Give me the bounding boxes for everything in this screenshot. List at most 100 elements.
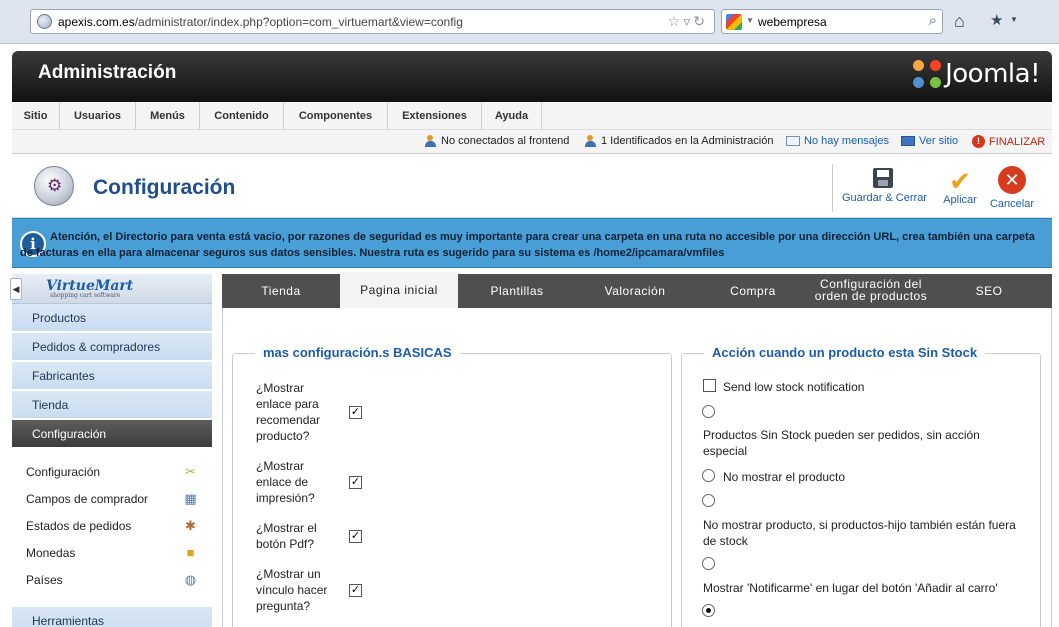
sub-item-label: Estados de pedidos [26, 519, 132, 533]
basic-settings-fieldset: mas configuración.s BASICAS ¿Mostrar enl… [232, 345, 672, 627]
sub-item-estados-pedidos[interactable]: Estados de pedidos ✱ [26, 516, 198, 536]
sidebar-item-herramientas[interactable]: Herramientas [12, 607, 212, 627]
sub-item-campos-comprador[interactable]: Campos de comprador ▦ [26, 489, 198, 509]
messages-text[interactable]: No hay mensajes [804, 135, 889, 147]
admin-status: 1 Identificados en la Administración [584, 135, 773, 147]
close-icon: ✕ [998, 166, 1026, 194]
config-tabs: Tienda Pagina inicial Plantillas Valorac… [222, 272, 1052, 308]
logout-icon: ! [972, 135, 985, 148]
stock-option-label-2: No mostrar el producto [723, 470, 846, 484]
sub-item-label: Configuración [26, 465, 101, 479]
tab-valoracion[interactable]: Valoración [576, 274, 694, 308]
tab-content: mas configuración.s BASICAS ¿Mostrar enl… [222, 308, 1052, 627]
admin-title: Administración [38, 62, 177, 83]
stock-action-fieldset: Acción cuando un producto esta Sin Stock… [681, 345, 1041, 627]
bookmarks-icon[interactable]: ★ [990, 11, 1003, 29]
sidebar-item-tienda[interactable]: Tienda [12, 391, 212, 419]
status-bar: No conectados al frontend 1 Identificado… [12, 130, 1052, 154]
users-icon [584, 135, 597, 147]
stock-option-radio-3[interactable] [702, 494, 715, 507]
cancel-button[interactable]: ✕ Cancelar [988, 166, 1036, 210]
joomla-mark-icon [913, 60, 942, 88]
frontend-status: No conectados al frontend [424, 135, 569, 147]
view-site-link[interactable]: Ver sitio [901, 135, 958, 147]
view-site-text[interactable]: Ver sitio [919, 135, 958, 147]
globe-icon: ◍ [184, 572, 197, 587]
stock-option-label-4: Mostrar 'Notificarme' en lugar del botón… [703, 581, 998, 595]
status-icon: ✱ [185, 518, 196, 533]
sub-item-monedas[interactable]: Monedas ■ [26, 543, 198, 563]
chevron-down-icon[interactable]: ▼ [746, 16, 754, 25]
stock-action-legend: Acción cuando un producto esta Sin Stock [704, 345, 986, 360]
stock-option-label-1: Productos Sin Stock pueden ser pedidos, … [703, 428, 980, 458]
configuration-icon: ⚙ [34, 166, 74, 206]
sidebar-item-pedidos[interactable]: Pedidos & compradores [12, 333, 212, 361]
sub-item-paises[interactable]: Países ◍ [26, 570, 198, 590]
search-icon[interactable]: ⌕ [929, 12, 937, 29]
option-print-checkbox[interactable]: ✓ [349, 476, 362, 489]
checkmark-icon: ✔ [949, 166, 971, 196]
save-close-label: Guardar & Cerrar [842, 192, 927, 204]
tab-pagina-inicial[interactable]: Pagina inicial [340, 272, 458, 308]
menu-item-menus[interactable]: Menús [136, 102, 200, 130]
page-title: Configuración [93, 176, 236, 199]
tab-plantillas[interactable]: Plantillas [458, 274, 576, 308]
url-host: apexis.com.es [58, 15, 135, 29]
sub-item-label: Monedas [26, 546, 76, 560]
browser-search-box[interactable]: ▼ webempresa ⌕ [721, 9, 943, 34]
menu-item-extensiones[interactable]: Extensiones [388, 102, 482, 130]
messages-link[interactable]: No hay mensajes [786, 135, 889, 147]
joomla-logo: Joomla! [913, 57, 1040, 91]
menu-item-componentes[interactable]: Componentes [284, 102, 388, 130]
coins-icon: ■ [186, 545, 195, 560]
bookmark-star-icon[interactable]: ☆▿↻ [668, 13, 708, 30]
sub-item-configuracion[interactable]: Configuración ✂ [26, 462, 198, 482]
menu-item-usuarios[interactable]: Usuarios [60, 102, 136, 130]
stock-option-radio-5[interactable] [702, 604, 715, 617]
search-engine-icon[interactable] [726, 14, 742, 30]
tab-compra[interactable]: Compra [694, 274, 812, 308]
menu-item-ayuda[interactable]: Ayuda [482, 102, 542, 130]
warning-text: Atención, el Directorio para venta está … [20, 231, 1035, 259]
sub-item-label: Campos de comprador [26, 492, 149, 506]
stock-option-label-3: No mostrar producto, si productos-hijo t… [703, 518, 1016, 548]
sidebar-item-fabricantes[interactable]: Fabricantes [12, 362, 212, 390]
sidebar-item-configuracion[interactable]: Configuración [12, 420, 212, 448]
toolbar-divider [832, 164, 833, 212]
low-stock-notification-label: Send low stock notification [723, 380, 865, 394]
apply-label: Aplicar [943, 194, 977, 206]
collapse-sidebar-icon[interactable]: ◀ [10, 278, 22, 300]
menu-item-contenido[interactable]: Contenido [200, 102, 284, 130]
sub-item-label: Países [26, 573, 63, 587]
tab-orden-productos[interactable]: Configuración del orden de productos [812, 274, 930, 308]
stock-option-radio-1[interactable] [702, 405, 715, 418]
stock-option-radio-2[interactable] [702, 469, 715, 482]
chevron-down-icon[interactable]: ▼ [1010, 15, 1018, 24]
users-icon [424, 135, 437, 147]
address-bar[interactable]: apexis.com.es/administrator/index.php?op… [30, 9, 715, 34]
main-menu: Sitio Usuarios Menús Contenido Component… [12, 102, 1052, 130]
tab-seo[interactable]: SEO [930, 274, 1048, 308]
stock-option-radio-4[interactable] [702, 557, 715, 570]
sidebar-item-productos[interactable]: Productos [12, 304, 212, 332]
logout-text[interactable]: FINALIZAR [989, 136, 1045, 148]
apply-button[interactable]: ✔ Aplicar [937, 166, 983, 206]
browser-toolbar: apexis.com.es/administrator/index.php?op… [0, 0, 1059, 44]
brand-name: Joomla! [945, 59, 1040, 89]
admin-status-text: 1 Identificados en la Administración [601, 135, 774, 147]
tab-tienda[interactable]: Tienda [222, 274, 340, 308]
globe-icon [37, 14, 52, 29]
home-icon[interactable]: ⌂ [954, 11, 965, 32]
option-ask-question-label: ¿Mostrar un vínculo hacer pregunta? [256, 567, 328, 613]
url-text: apexis.com.es/administrator/index.php?op… [58, 15, 463, 29]
low-stock-notification-checkbox[interactable] [703, 379, 716, 392]
option-recommend-checkbox[interactable]: ✓ [349, 406, 362, 419]
option-ask-question-checkbox[interactable]: ✓ [349, 584, 362, 597]
logout-link[interactable]: ! FINALIZAR [972, 135, 1045, 148]
cancel-label: Cancelar [989, 198, 1035, 210]
save-close-button[interactable]: Guardar & Cerrar [842, 168, 927, 204]
option-pdf-checkbox[interactable]: ✓ [349, 530, 362, 543]
search-input[interactable]: webempresa [758, 15, 827, 29]
basic-settings-legend: mas configuración.s BASICAS [255, 345, 460, 360]
menu-item-sitio[interactable]: Sitio [12, 102, 60, 130]
